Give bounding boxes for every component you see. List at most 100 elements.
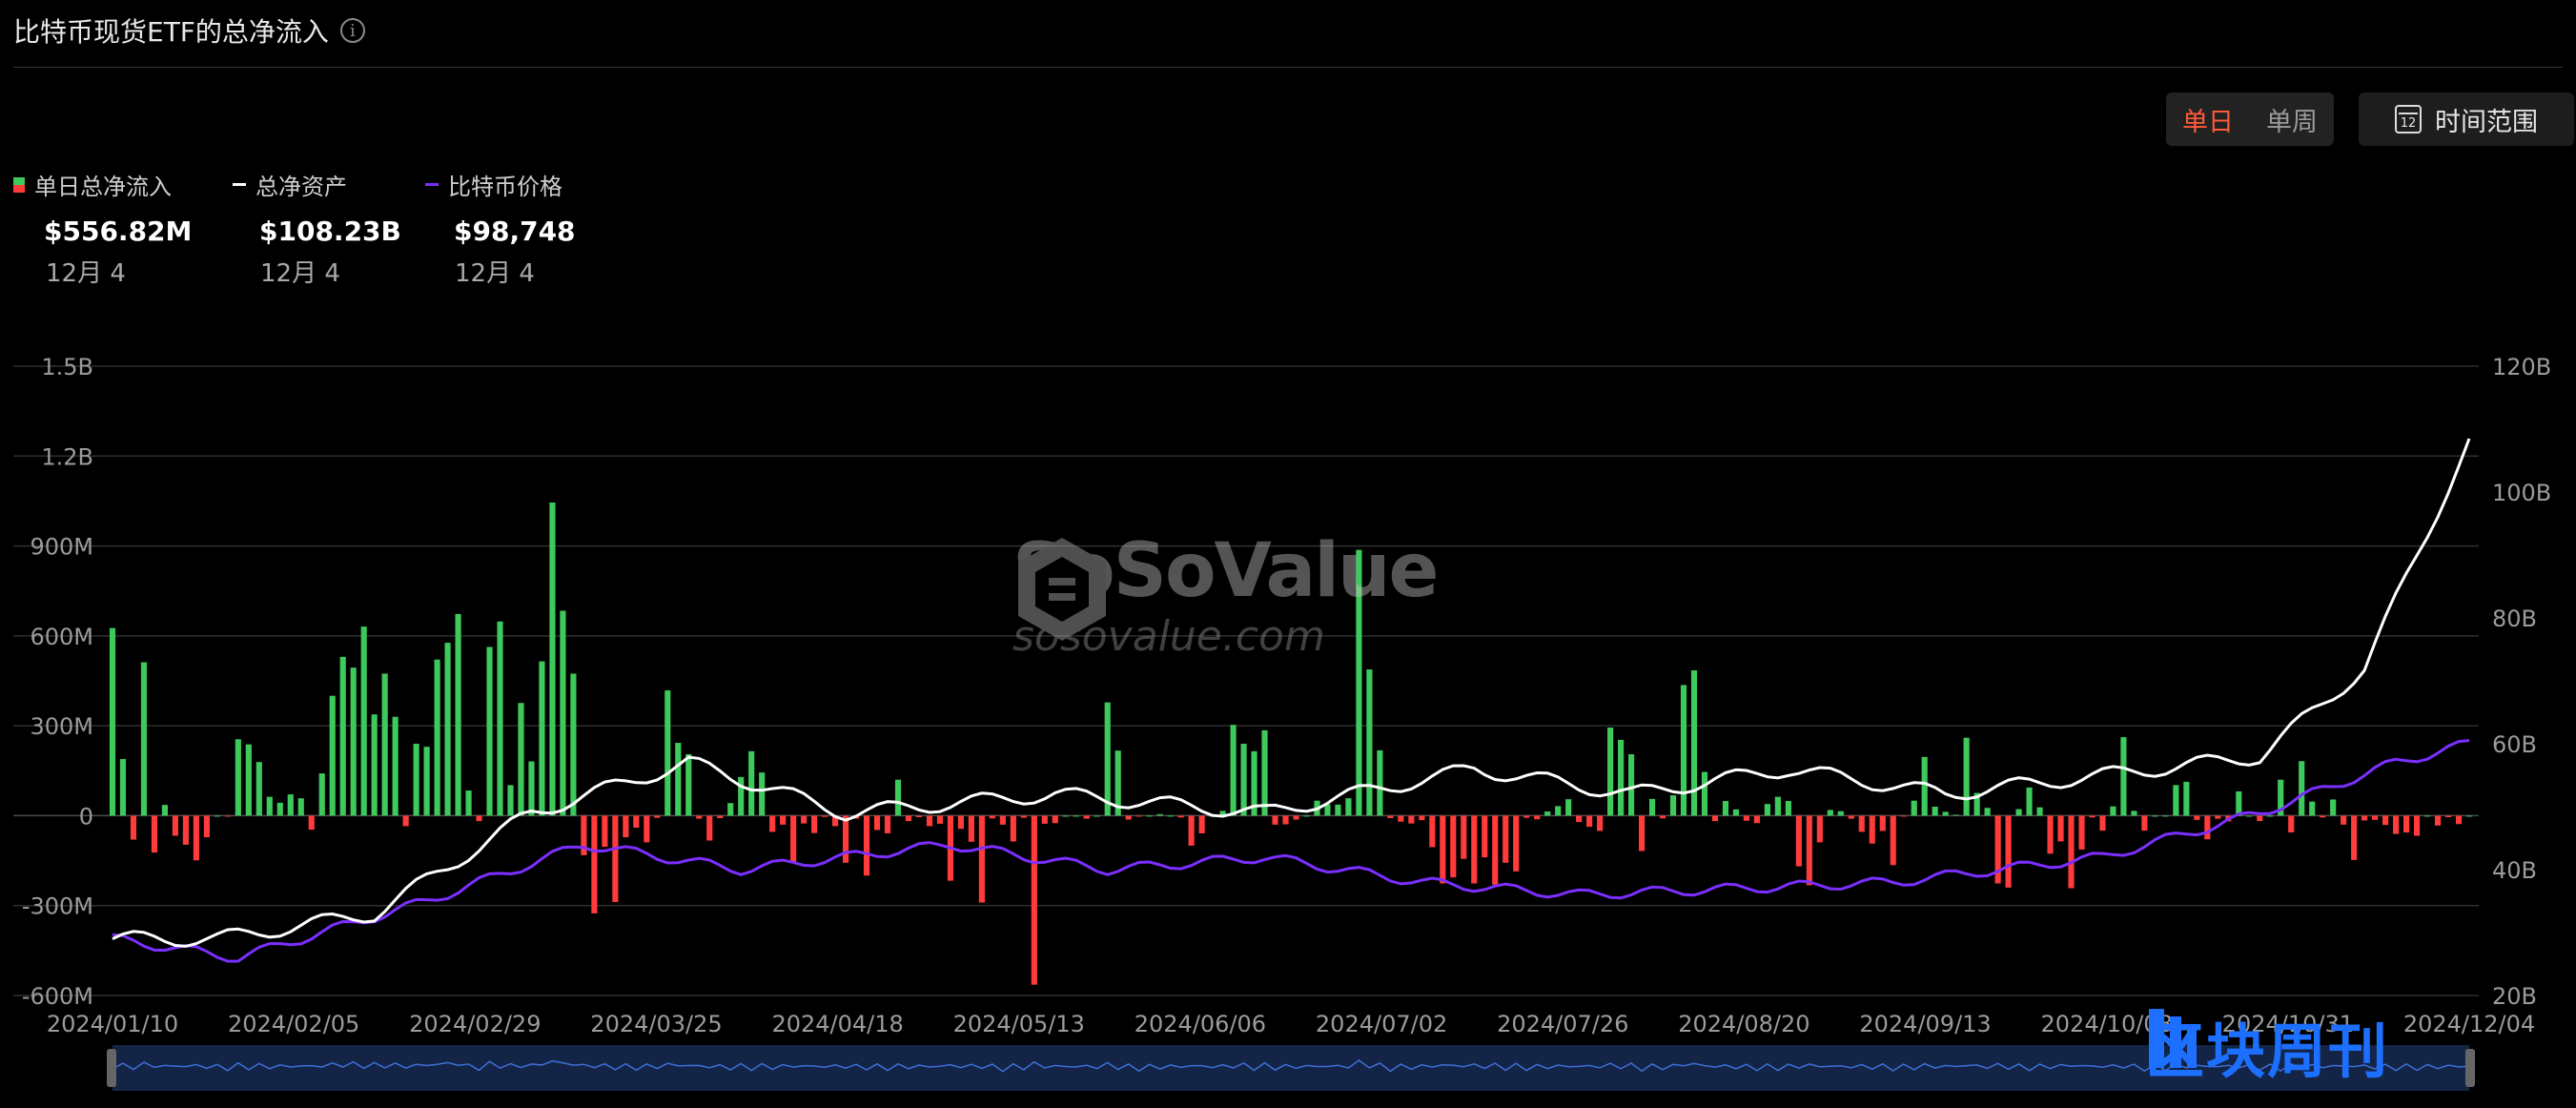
inflow-bar [1858,815,1865,832]
inflow-bar [1429,815,1436,848]
inflow-bar [151,815,158,853]
inflow-bar [1690,670,1698,816]
inflow-bar [1921,756,1928,816]
inflow-bar [1743,815,1749,821]
inflow-bar [1565,799,1572,816]
inflow-bar [1083,815,1090,819]
inflow-bar [1848,815,1854,819]
y-left-tick-label: 1.5B [41,354,93,380]
inflow-bar [2267,815,2274,817]
inflow-bar [1167,815,1174,817]
inflow-bar [245,744,252,816]
inflow-bar [539,661,545,816]
inflow-bar [560,610,566,816]
inflow-bar [1094,815,1100,817]
inflow-bar [360,626,367,816]
inflow-bar [371,714,378,816]
y-left-tick-label: 900M [30,534,93,561]
inflow-bar [1669,795,1677,816]
inflow-bar [1952,814,1959,816]
inflow-bar [1869,815,1875,844]
x-tick-label: 2024/06/06 [1135,1011,1266,1037]
inflow-bar [1618,739,1625,816]
x-tick-label: 2024/07/02 [1316,1011,1447,1037]
inflow-bar [1576,815,1583,823]
inflow-bar [2194,815,2200,820]
y-right-tick-label: 20B [2492,983,2537,1010]
inflow-bar [1125,815,1132,820]
inflow-bar [780,815,787,825]
inflow-bar [308,815,315,831]
inflow-bar [978,815,985,903]
inflow-bar [2413,815,2421,836]
navigator-left-handle [107,1049,116,1087]
inflow-bar [1942,811,1949,816]
x-tick-label: 2024/09/13 [1859,1011,1991,1037]
inflow-bar [1073,815,1079,817]
inflow-bar [999,815,1006,825]
inflow-bar [214,815,220,817]
inflow-bar [2423,815,2431,817]
inflow-bar [664,690,671,816]
inflow-bar [570,673,577,816]
x-tick-label: 2024/07/26 [1497,1011,1628,1037]
inflow-bar [1890,815,1896,866]
inflow-bar [2465,815,2473,817]
inflow-bar [203,815,210,838]
inflow-bar [1261,729,1268,816]
inflow-bar [1198,815,1205,833]
inflow-bar [2005,815,2012,888]
y-left-tick-label: 600M [30,624,93,650]
inflow-bar [1240,744,1247,816]
inflow-bar [1387,815,1394,818]
inflow-bar [1408,815,1415,824]
inflow-bar [276,802,283,816]
inflow-bar [2015,809,2022,816]
sosovalue-watermark: SoSoValue sosovalue.com [1012,534,1439,661]
inflow-bar [1188,815,1195,846]
inflow-bar [339,656,346,816]
inflow-bar [2026,787,2033,816]
inflow-bar [2047,815,2054,854]
inflow-bar [957,815,964,830]
inflow-bar [1031,815,1037,985]
inflow-bar [1785,801,1791,816]
inflow-bar [769,815,776,832]
y-left-tick-label: 0 [79,803,93,830]
inflow-bar [2444,815,2452,817]
inflow-bar [1597,815,1604,831]
inflow-bar [905,815,912,822]
inflow-bar [1377,749,1383,816]
inflow-bar [1659,815,1666,819]
inflow-bar [2120,737,2127,816]
inflow-bar [1146,815,1153,817]
inflow-bar [1722,801,1729,816]
inflow-bar [2320,815,2326,818]
inflow-bar [2141,815,2148,831]
inflow-bar [1523,815,1530,818]
inflow-bar [591,815,598,913]
inflow-bar [811,815,818,833]
x-tick-label: 2024/03/25 [590,1011,722,1037]
inflow-bar [1492,815,1499,885]
inflow-bar [1230,725,1237,816]
x-tick-label: 2024/02/29 [409,1011,541,1037]
inflow-bar [518,703,524,816]
inflow-bar [1345,798,1352,816]
inflow-bar [1534,815,1541,820]
inflow-bar [822,815,828,817]
inflow-bar [675,743,682,816]
y-right-tick-label: 60B [2492,731,2537,758]
inflow-bar [706,815,713,841]
inflow-bar [633,815,640,828]
inflow-bar [161,805,169,816]
inflow-bar [1544,811,1551,816]
inflow-bar [423,747,430,816]
inflow-bar [2099,815,2106,831]
inflow-bar [1911,800,1917,816]
inflow-bar [1010,815,1016,842]
inflow-bar [1701,771,1708,816]
inflow-bar [497,621,503,816]
inflow-bar [2131,810,2137,816]
y-left-tick-label: 1.2B [41,443,93,470]
